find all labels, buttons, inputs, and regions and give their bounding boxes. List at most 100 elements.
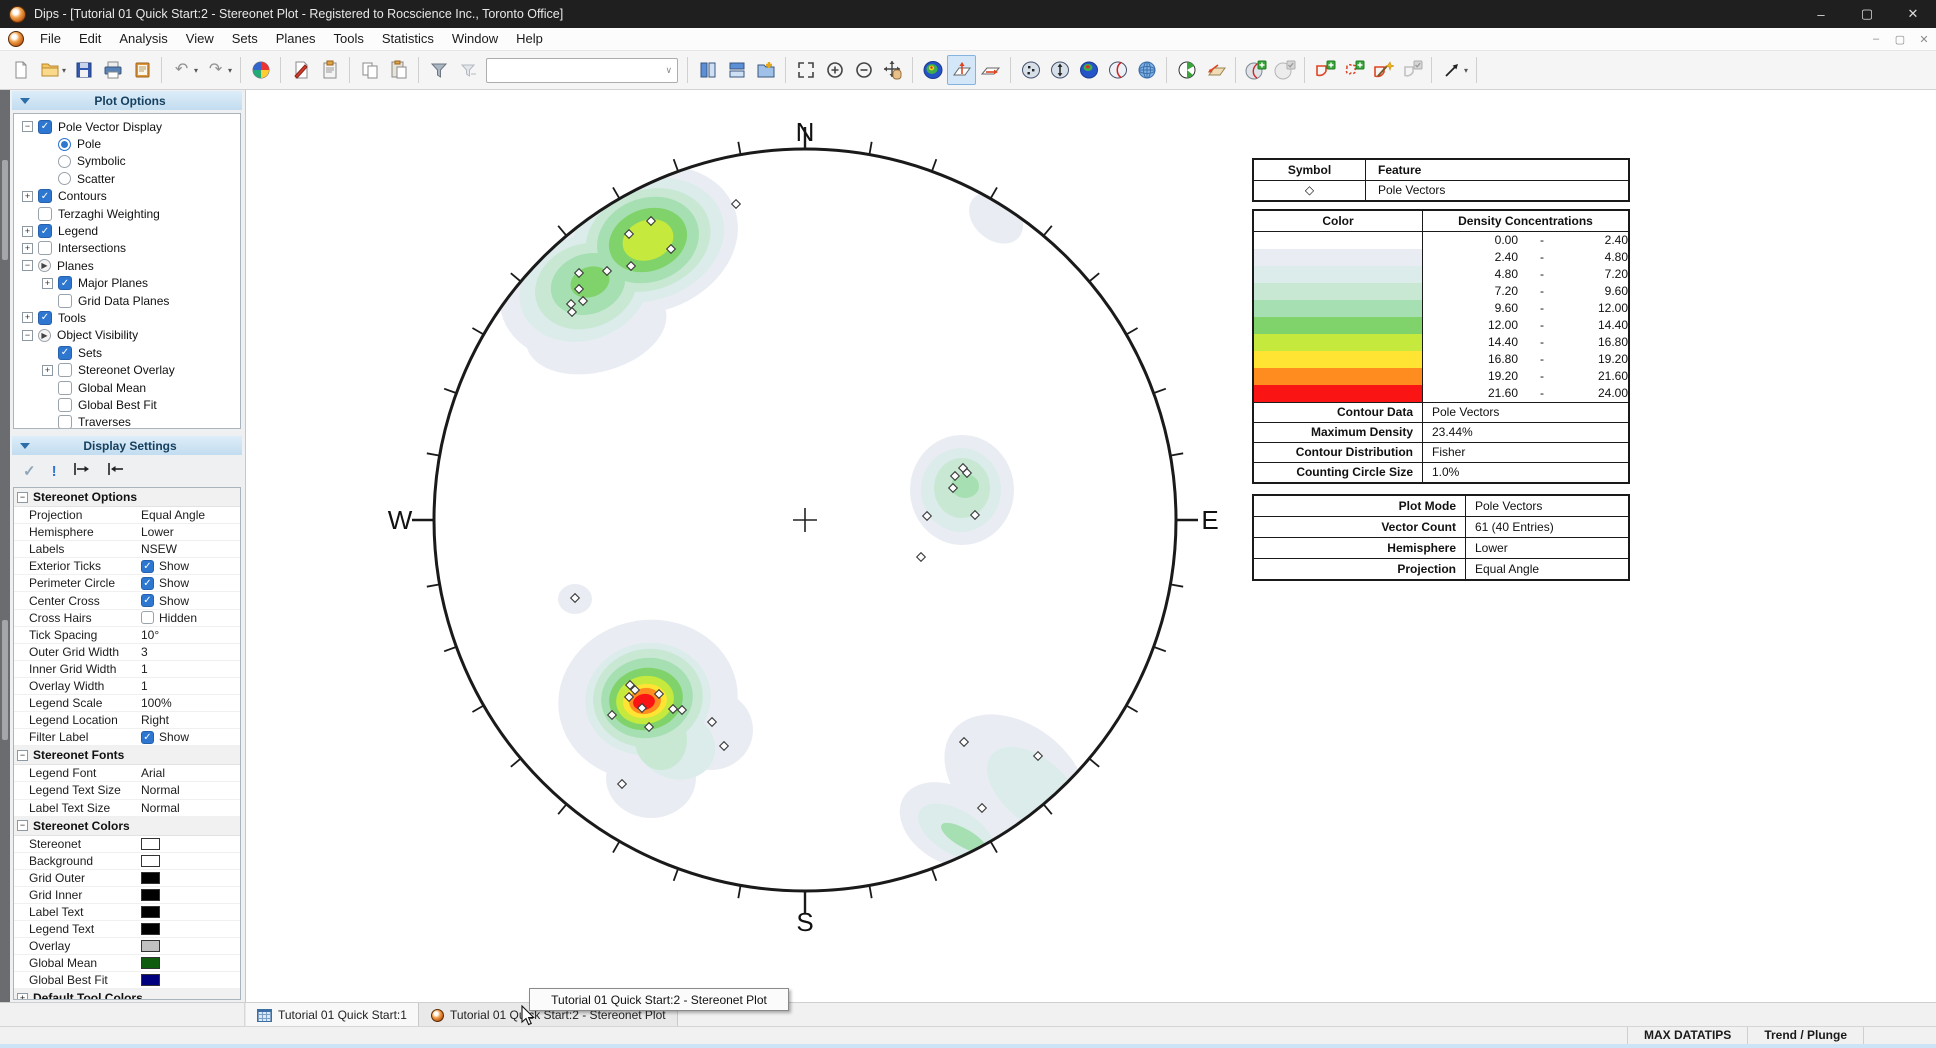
tree-item-major-planes[interactable]: + ✓ Major Planes (14, 275, 240, 292)
section-expander-icon[interactable]: − (17, 820, 28, 832)
property-row[interactable]: Filter Label ✓ Show (14, 729, 240, 747)
property-row[interactable]: Background (14, 853, 240, 870)
checkbox-icon[interactable]: ✓ (58, 345, 72, 360)
report-viewer-button[interactable] (315, 55, 344, 85)
property-value[interactable]: ✓ Show (141, 594, 240, 608)
expand-arrow-icon[interactable]: ▶ (38, 328, 51, 342)
line-tool-dropdown[interactable]: ▾ (1464, 66, 1468, 75)
save-button[interactable] (69, 55, 98, 85)
property-value[interactable] (141, 906, 240, 919)
tree-expander-icon[interactable]: + (42, 277, 53, 289)
menu-tools[interactable]: Tools (325, 28, 373, 50)
maximize-button[interactable]: ▢ (1844, 0, 1890, 28)
property-row[interactable]: Inner Grid Width 1 (14, 661, 240, 678)
import-settings-button[interactable] (107, 462, 125, 481)
checkbox-icon[interactable] (38, 241, 52, 256)
menu-file[interactable]: File (31, 28, 70, 50)
tree-item-stereonet-overlay[interactable]: + Stereonet Overlay (14, 361, 240, 378)
add-set-freehand-button[interactable] (1339, 55, 1368, 85)
undo-dropdown[interactable]: ▾ (194, 66, 198, 75)
section-stereonet-colors[interactable]: − Stereonet Colors (14, 816, 240, 836)
expand-arrow-icon[interactable]: ▶ (38, 259, 51, 273)
new-file-button[interactable] (6, 55, 35, 85)
color-swatch[interactable] (141, 974, 160, 987)
menu-analysis[interactable]: Analysis (110, 28, 176, 50)
property-row[interactable]: Labels NSEW (14, 541, 240, 559)
tree-expander-icon[interactable]: + (42, 364, 53, 376)
menu-view[interactable]: View (177, 28, 223, 50)
tree-item-terzaghi-weighting[interactable]: Terzaghi Weighting (14, 205, 240, 222)
tree-item-contours[interactable]: + ✓ Contours (14, 188, 240, 205)
tree-item-intersections[interactable]: + Intersections (14, 240, 240, 257)
apply-button[interactable]: ✓ (23, 462, 36, 480)
property-value[interactable]: Equal Angle (141, 508, 240, 522)
menu-planes[interactable]: Planes (267, 28, 325, 50)
property-value[interactable]: Arial (141, 766, 240, 780)
open-file-dropdown[interactable]: ▾ (62, 66, 66, 75)
property-value[interactable]: NSEW (141, 542, 240, 556)
property-value[interactable] (141, 940, 240, 953)
checkbox-icon[interactable] (58, 293, 72, 308)
checkbox-icon[interactable]: ✓ (38, 119, 52, 134)
tree-expander-icon[interactable]: − (22, 121, 33, 133)
checkbox-icon[interactable] (58, 380, 72, 395)
property-value[interactable]: 3 (141, 645, 240, 659)
checkbox-icon[interactable]: ✓ (58, 276, 72, 291)
major-planes-plot-button[interactable] (1103, 55, 1132, 85)
color-swatch[interactable] (141, 957, 160, 970)
paste-button[interactable] (384, 55, 413, 85)
contour-plot-button[interactable] (1074, 55, 1103, 85)
tree-expander-icon[interactable]: + (22, 242, 33, 254)
checkbox-icon[interactable] (58, 415, 72, 428)
report-button[interactable] (127, 55, 156, 85)
property-value[interactable] (141, 854, 240, 867)
checkbox-icon[interactable]: ✓ (38, 224, 52, 239)
zoom-out-button[interactable] (849, 55, 878, 85)
property-value[interactable]: ✓ Show (141, 730, 240, 744)
property-row[interactable]: Legend Scale 100% (14, 695, 240, 713)
menu-statistics[interactable]: Statistics (373, 28, 443, 50)
add-set-window-button[interactable] (1310, 55, 1339, 85)
tree-item-grid-data-planes[interactable]: Grid Data Planes (14, 292, 240, 309)
property-row[interactable]: Hemisphere Lower (14, 524, 240, 542)
section-expander-icon[interactable]: − (17, 749, 28, 761)
property-value[interactable]: 100% (141, 696, 240, 710)
redo-dropdown[interactable]: ▾ (228, 66, 232, 75)
property-value[interactable]: ✓ Show (141, 559, 240, 573)
grid-overlay-button[interactable] (1132, 55, 1161, 85)
add-plane-button[interactable] (1241, 55, 1270, 85)
section-stereonet-options[interactable]: − Stereonet Options (14, 488, 240, 507)
tree-item-object-visibility[interactable]: − ▶ Object Visibility (14, 327, 240, 344)
property-row[interactable]: Label Text Size Normal (14, 800, 240, 817)
tree-item-tools[interactable]: + ✓ Tools (14, 309, 240, 326)
checkbox-icon[interactable] (58, 397, 72, 412)
collapsed-panel-tab[interactable] (2, 160, 8, 260)
property-row[interactable]: Legend Location Right (14, 712, 240, 730)
redo-button[interactable]: ↷ (201, 55, 230, 85)
property-row[interactable]: Overlay Width 1 (14, 678, 240, 696)
property-value[interactable] (141, 923, 240, 936)
color-swatch[interactable] (141, 871, 160, 884)
minimize-button[interactable]: – (1798, 0, 1844, 28)
property-value[interactable]: Hidden (141, 611, 240, 625)
property-value[interactable] (141, 871, 240, 884)
property-value[interactable] (141, 837, 240, 850)
property-row[interactable]: Cross Hairs Hidden (14, 610, 240, 627)
mdi-minimize-button[interactable]: – (1864, 33, 1888, 46)
property-row[interactable]: Overlay (14, 938, 240, 956)
color-swatch[interactable] (141, 923, 160, 936)
property-value[interactable]: Right (141, 713, 240, 727)
tree-item-sets[interactable]: ✓ Sets (14, 344, 240, 361)
checkbox-icon[interactable]: ✓ (38, 310, 52, 325)
property-row[interactable]: Outer Grid Width 3 (14, 644, 240, 661)
radio-icon[interactable] (58, 154, 71, 168)
tree-item-global-best-fit[interactable]: Global Best Fit (14, 396, 240, 413)
radio-icon[interactable] (58, 137, 71, 151)
checkbox-icon[interactable]: ✓ (141, 559, 154, 573)
property-value[interactable]: Normal (141, 783, 240, 797)
export-settings-button[interactable] (73, 462, 91, 481)
checkbox-icon[interactable]: ✓ (38, 189, 52, 204)
property-value[interactable] (141, 974, 240, 987)
checkbox-icon[interactable]: ✓ (141, 730, 154, 744)
tree-item-legend[interactable]: + ✓ Legend (14, 222, 240, 239)
